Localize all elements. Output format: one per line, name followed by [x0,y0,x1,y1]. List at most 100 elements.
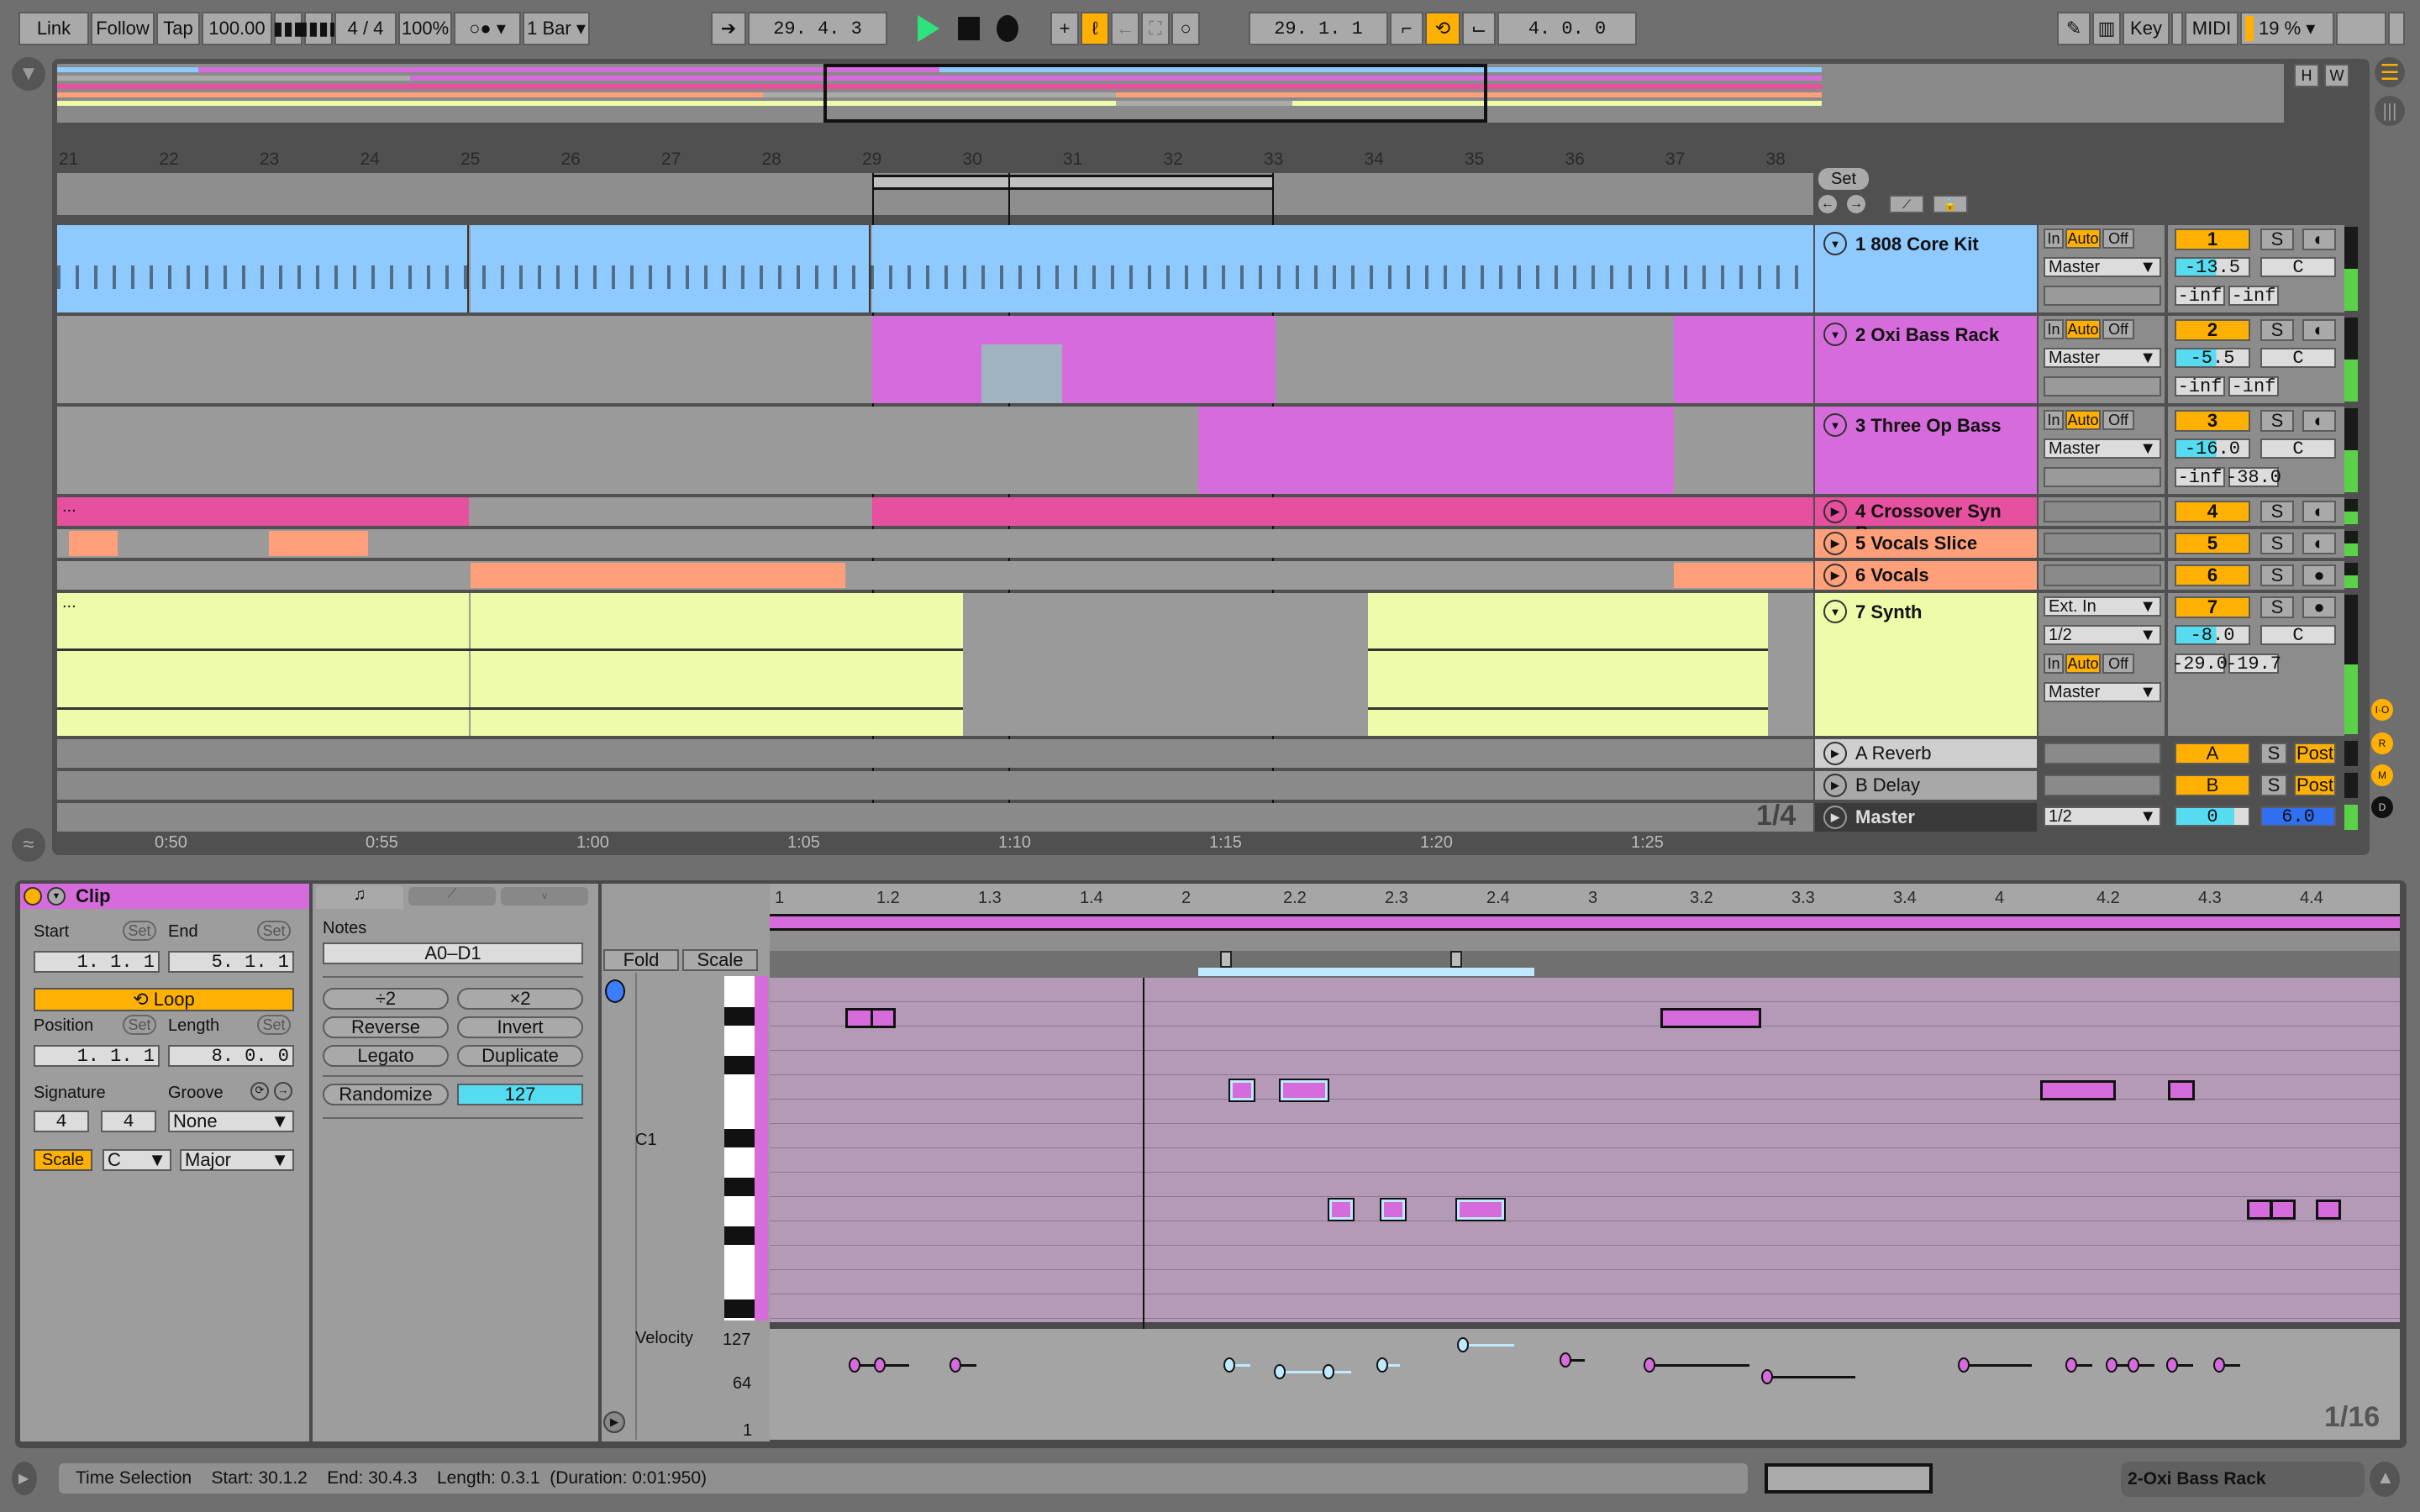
velocity-marker[interactable] [1457,1337,1469,1352]
link-button[interactable]: Link [18,12,89,45]
input-type-select[interactable]: Ext. In ▼ [2044,596,2161,617]
tab-mpe[interactable]: ᵥ [501,887,588,906]
velocity-marker[interactable] [2128,1357,2139,1373]
return-track-header[interactable]: ▶ A Reverb [1815,739,2037,768]
track-header[interactable]: ▼ 1 808 Core Kit [1815,225,2037,312]
output-channel-select[interactable] [2044,376,2161,396]
fold-right-icon[interactable]: ▶ [1823,742,1847,765]
tab-envelopes[interactable]: ⟋ [408,887,496,906]
send-b-field[interactable]: -19.7 [2226,654,2281,675]
clip[interactable] [872,316,1276,403]
loop-bar[interactable] [57,173,1813,215]
clip[interactable]: ... [57,497,469,526]
position-field[interactable]: 1. 1. 1 [34,1045,160,1067]
groove-select[interactable]: None ▼ [168,1110,294,1132]
lock-envelopes-button[interactable]: 🔒 [1933,195,1968,213]
beat-time-ruler[interactable]: 21 22 23 24 25 26 27 28 29 30 31 32 33 34 35 36 37 38 [57,150,1813,173]
master-volume-field[interactable]: 0 [2175,806,2250,827]
velocity-marker[interactable] [874,1357,886,1373]
groove-amount-field[interactable]: 100% [398,12,452,45]
tempo-field[interactable]: 100.00 [202,12,272,45]
scale-highlight-button[interactable]: Scale [682,949,758,971]
device-chain-label[interactable]: 2-Oxi Bass Rack [2121,1462,2365,1497]
io-toggle[interactable]: I·O [2371,699,2393,721]
velocity-marker[interactable] [2106,1357,2118,1373]
pan-field[interactable]: C [2260,625,2336,646]
play-button[interactable] [918,15,939,42]
velocity-marker[interactable] [1323,1364,1334,1379]
follow-button[interactable]: Follow [91,12,155,45]
fold-down-icon[interactable]: ▼ [1823,323,1847,346]
monitor-auto-button[interactable]: Auto [2065,410,2101,430]
overview-viewport[interactable] [823,64,1487,123]
back-to-arrangement-button[interactable]: ← [1111,12,1139,45]
record-button[interactable] [997,15,1018,42]
monitor-off-button[interactable]: Off [2102,410,2134,430]
velocity-marker[interactable] [950,1357,961,1373]
arm-button[interactable]: ● [2302,596,2336,618]
track-header[interactable]: ▶4 Crossover Syn Bass [1815,497,2037,543]
loop-start-field[interactable]: 29. 1. 1 [1249,12,1388,45]
track-activator[interactable]: 1 [2175,228,2250,250]
follow-arrangement-button[interactable]: ➔ [711,12,746,45]
punch-in-button[interactable]: ⌐ [1390,12,1423,45]
automation-mode-button[interactable]: ⟋ [1889,195,1924,213]
velocity-marker[interactable] [1274,1364,1286,1379]
master-output-select[interactable]: 1/2 ▼ [2044,806,2161,827]
duplicate-button[interactable]: Duplicate [457,1045,583,1067]
quantize-menu[interactable]: 1 Bar ▾ [523,12,590,45]
midi-note[interactable] [871,1008,896,1028]
track-lane-2[interactable] [57,316,1813,403]
invert-button[interactable]: Invert [457,1016,583,1038]
fold-down-icon[interactable]: ▼ [1823,413,1847,437]
optimize-height-button[interactable]: H [2294,64,2319,87]
note-range-field[interactable]: A0–D1 [323,942,583,964]
clip[interactable]: ... [57,593,469,736]
velocity-marker[interactable] [1376,1357,1388,1373]
return-track-header[interactable]: ▶ B Delay [1815,771,2037,800]
track-header[interactable]: ▼ 2 Oxi Bass Rack [1815,316,2037,403]
black-key[interactable] [724,1129,755,1147]
monitor-button[interactable]: ◐ [2302,501,2336,522]
double-button[interactable]: ×2 [457,988,583,1010]
loop-length-field[interactable]: 4. 0. 0 [1497,12,1637,45]
track-activator[interactable]: 7 [2175,596,2250,618]
black-key[interactable] [724,1007,755,1026]
prev-locator-button[interactable]: ← [1818,195,1837,213]
clip[interactable] [269,531,368,556]
fold-right-icon[interactable]: ▶ [1823,774,1847,797]
time-selection[interactable] [1198,968,1534,976]
solo-button[interactable]: S [2260,743,2287,764]
note-grid[interactable] [770,978,2400,1322]
midi-note[interactable] [2270,1200,2296,1220]
next-locator-button[interactable]: → [1847,195,1865,213]
volume-field[interactable]: -5.5 [2175,348,2250,369]
length-field[interactable]: 8. 0. 0 [168,1045,294,1067]
loop-switch-button[interactable]: ⟲ [1425,12,1460,45]
session-view-toggle[interactable]: ||| [2375,96,2405,126]
velocity-marker[interactable] [1560,1352,1571,1368]
clip[interactable] [1674,563,1813,588]
overdub-button[interactable]: + [1050,12,1079,45]
track-activator[interactable]: 4 [2175,501,2250,522]
clip[interactable] [1368,593,1768,736]
velocity-marker[interactable] [2065,1357,2077,1373]
clip[interactable] [471,563,845,588]
output-routing-select[interactable]: Master ▼ [2044,348,2161,368]
velocity-lane[interactable] [770,1329,2400,1440]
output-routing-select[interactable]: Master ▼ [2044,438,2161,459]
clip-start-end-bar[interactable] [770,931,2400,951]
track-activator[interactable]: 6 [2175,564,2250,586]
black-key[interactable] [724,1056,755,1074]
solo-button[interactable]: S [2260,501,2294,522]
monitor-auto-button[interactable]: Auto [2065,654,2101,674]
metronome-button[interactable]: ○● ▾ [454,12,521,45]
track-routing[interactable] [2044,564,2161,586]
velocity-marker[interactable] [849,1357,860,1373]
midi-map-button[interactable]: MIDI [2185,12,2238,45]
track-lane-3[interactable] [57,407,1813,494]
solo-button[interactable]: S [2260,774,2287,796]
return-lane-a[interactable] [57,739,1813,768]
scale-toggle[interactable]: Scale [34,1149,92,1171]
clip[interactable] [69,531,118,556]
